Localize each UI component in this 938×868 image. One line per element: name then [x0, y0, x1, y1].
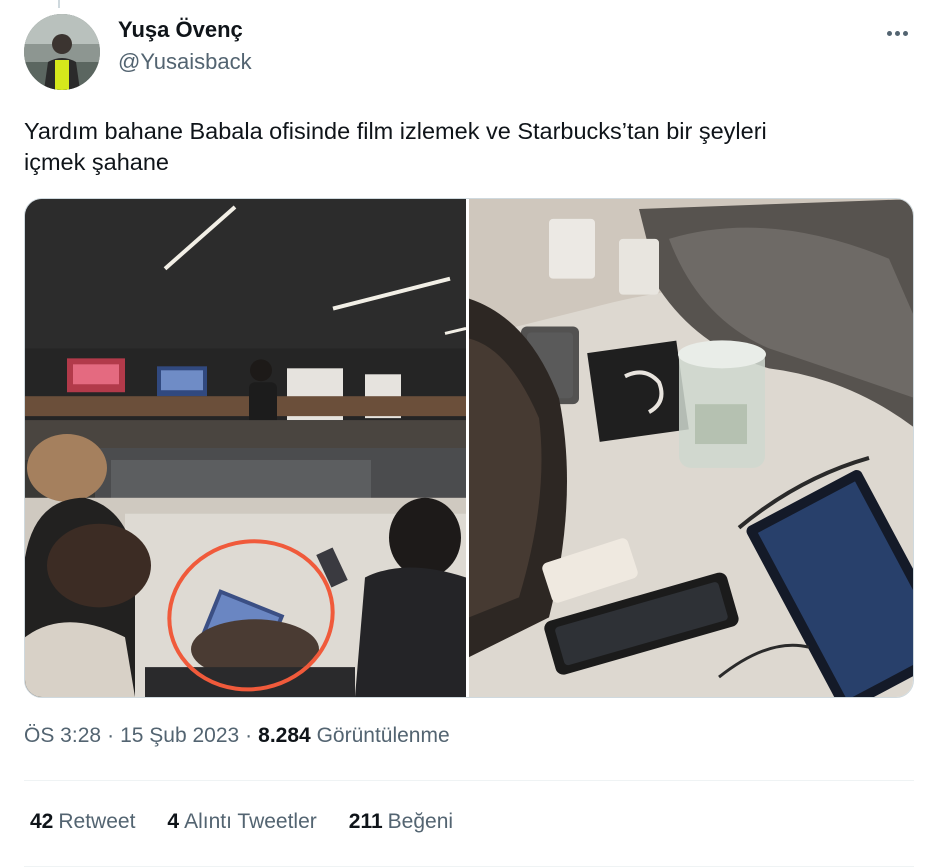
meta-separator-2: · [245, 724, 253, 747]
tweet-text: Yardım bahane Babala ofisinde film izlem… [24, 116, 914, 178]
meta-separator-1: · [107, 724, 115, 747]
avatar-image [24, 14, 100, 90]
views-count: 8.284 [258, 724, 311, 747]
quote-tweets-stat[interactable]: 4 Alıntı Tweetler [167, 810, 316, 834]
office-photo-image [25, 199, 466, 697]
retweets-stat[interactable]: 42 Retweet [30, 810, 135, 834]
quotes-label: Alıntı Tweetler [184, 810, 317, 833]
desk-photo-image [469, 199, 913, 697]
tweet-meta: ÖS 3:28 · 15 Şub 2023 · 8.284 Görüntülenme [24, 724, 450, 748]
retweets-label: Retweet [58, 810, 136, 833]
photo-office[interactable] [25, 199, 466, 697]
engagement-stats: 42 Retweet 4 Alıntı Tweetler 211 Beğeni [30, 810, 453, 834]
divider [24, 866, 914, 867]
media-grid [24, 198, 914, 698]
likes-count: 211 [348, 810, 383, 833]
thread-connector-line [58, 0, 60, 8]
tweet-time[interactable]: ÖS 3:28 [24, 724, 101, 747]
views-label: Görüntülenme [316, 724, 450, 747]
likes-label: Beğeni [387, 810, 454, 833]
author-name[interactable]: Yuşa Övenç [118, 17, 243, 43]
more-options-icon[interactable] [874, 20, 920, 46]
likes-stat[interactable]: 211 Beğeni [349, 810, 453, 834]
tweet-text-line-2: içmek şahane [24, 149, 169, 175]
divider [24, 780, 914, 781]
author-handle[interactable]: @Yusaisback [118, 49, 252, 75]
quotes-count: 4 [167, 810, 180, 833]
avatar[interactable] [24, 14, 100, 90]
retweets-count: 42 [30, 810, 54, 833]
photo-desk[interactable] [469, 199, 913, 697]
tweet-text-line-1: Yardım bahane Babala ofisinde film izlem… [24, 118, 767, 144]
tweet-date[interactable]: 15 Şub 2023 [120, 724, 239, 747]
